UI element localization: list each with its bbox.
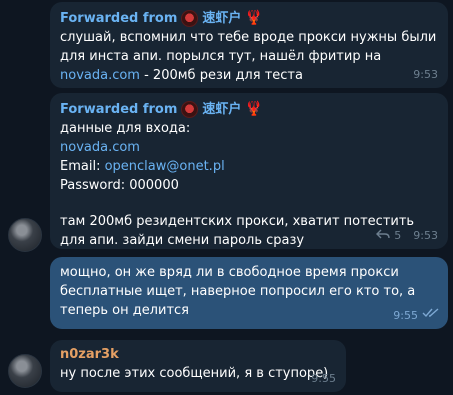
message-meta: 5 9:53 [376, 226, 438, 245]
email-line: Email: openclaw@onet.pl [60, 157, 438, 176]
user-avatar[interactable] [8, 354, 42, 388]
message-time: 9:53 [413, 65, 438, 84]
message-bubble-incoming[interactable]: n0zar3k ну после этих сообщений, я в сту… [50, 340, 346, 392]
novada-link[interactable]: novada.com [60, 68, 140, 83]
forward-label: Forwarded from [60, 100, 177, 119]
channel-name[interactable]: 速虾户 [202, 100, 241, 119]
forward-header[interactable]: Forwarded from 速虾户 🦞 [60, 99, 438, 119]
login-label: данные для входа: [60, 119, 438, 138]
channel-avatar-icon[interactable] [181, 10, 198, 27]
channel-name[interactable]: 速虾户 [202, 9, 241, 28]
forward-label: Forwarded from [60, 9, 177, 28]
reply-count[interactable]: 5 [394, 226, 401, 245]
lobster-emoji-icon: 🦞 [245, 100, 262, 119]
reply-arrow-icon[interactable] [376, 226, 390, 245]
message-text: мощно, он же вряд ли в свободное время п… [60, 263, 430, 320]
channel-avatar-icon[interactable] [181, 101, 198, 118]
message-time: 9:53 [413, 226, 438, 245]
message-text: слушай, вспомнил что тебе вроде прокси н… [60, 28, 438, 85]
user-avatar[interactable] [8, 218, 42, 252]
password-line: Password: 000000 [60, 176, 438, 195]
message-bubble-outgoing[interactable]: мощно, он же вряд ли в свободное время п… [50, 257, 448, 329]
message-text: ну после этих сообщений, я в ступоре) [60, 364, 336, 383]
sender-name[interactable]: n0zar3k [60, 345, 336, 364]
message-bubble-forwarded-1[interactable]: Forwarded from 速虾户 🦞 слушай, вспомнил чт… [50, 2, 448, 88]
message-time: 9:55 [311, 369, 336, 388]
forward-header[interactable]: Forwarded from 速虾户 🦞 [60, 8, 438, 28]
novada-link[interactable]: novada.com [60, 138, 438, 157]
lobster-emoji-icon: 🦞 [245, 9, 262, 28]
email-link[interactable]: openclaw@onet.pl [105, 159, 225, 174]
message-time: 9:55 [393, 306, 418, 325]
message-bubble-forwarded-2[interactable]: Forwarded from 速虾户 🦞 данные для входа: n… [50, 93, 448, 249]
double-check-icon [422, 305, 440, 324]
